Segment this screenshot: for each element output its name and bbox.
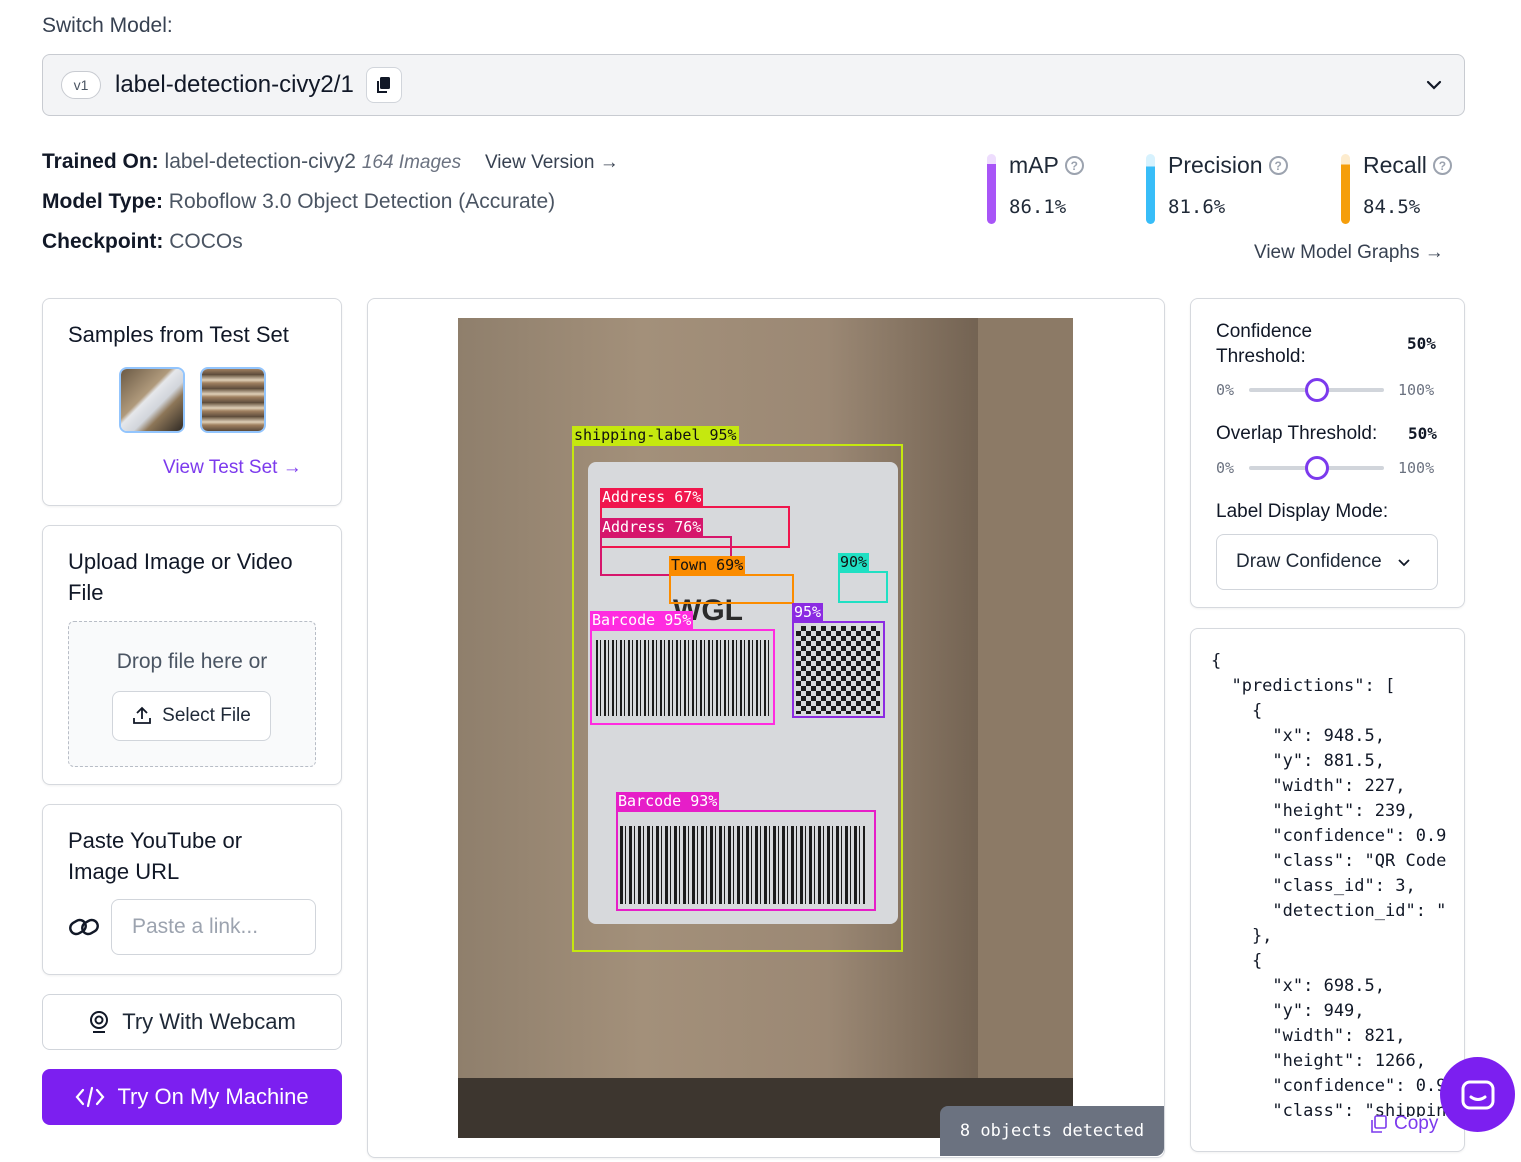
detection-box[interactable]	[616, 810, 876, 911]
map-bar	[987, 154, 996, 224]
select-file-button[interactable]: Select File	[112, 691, 271, 741]
range-min: 0%	[1216, 381, 1235, 399]
detection-label: Address 76%	[600, 518, 704, 537]
chevron-down-icon	[1398, 559, 1410, 567]
metric-name: Recall	[1363, 152, 1427, 178]
copy-label: Copy	[1394, 1113, 1439, 1134]
webcam-icon	[90, 1011, 109, 1033]
code-icon	[75, 1086, 105, 1108]
metric-name: Precision	[1168, 152, 1263, 178]
range-max: 100%	[1398, 459, 1435, 477]
range-min: 0%	[1216, 459, 1235, 477]
model-name: label-detection-civy2/1	[115, 71, 354, 98]
copy-icon	[1371, 1115, 1387, 1133]
help-icon[interactable]: ?	[1268, 156, 1288, 175]
image-count: 164 Images	[361, 152, 462, 173]
label-display-mode-select[interactable]: Draw Confidence	[1216, 534, 1438, 590]
help-icon[interactable]: ?	[1432, 156, 1452, 175]
recall-bar	[1341, 154, 1350, 224]
view-model-graphs-link[interactable]: View Model Graphs →	[1254, 242, 1444, 264]
metric-value: 81.6%	[1168, 196, 1226, 218]
chat-widget-button[interactable]	[1440, 1057, 1515, 1132]
checkpoint-line: Checkpoint: COCOs	[42, 230, 243, 254]
inference-image: WGL shipping-label 95% Address 67% Addre…	[458, 318, 1073, 1138]
model-selector[interactable]: v1 label-detection-civy2/1	[42, 54, 1465, 116]
webcam-label: Try With Webcam	[122, 1009, 296, 1034]
detection-label: 90%	[838, 553, 870, 572]
upload-icon	[133, 706, 152, 724]
try-on-machine-button[interactable]: Try On My Machine	[42, 1069, 342, 1125]
switch-model-label: Switch Model:	[42, 14, 173, 37]
detection-label: Address 67%	[600, 488, 704, 507]
confidence-label: Confidence Threshold:	[1216, 321, 1313, 367]
confidence-value: 50%	[1407, 334, 1436, 353]
version-pill: v1	[61, 71, 101, 99]
range-max: 100%	[1398, 381, 1435, 399]
trained-on-line: Trained On: label-detection-civy2 164 Im…	[42, 150, 619, 174]
precision-bar	[1146, 154, 1155, 224]
metric-name: mAP	[1009, 152, 1059, 178]
machine-label: Try On My Machine	[117, 1084, 309, 1109]
url-card: Paste YouTube or Image URL Paste a link.…	[42, 804, 342, 975]
select-file-label: Select File	[162, 705, 251, 726]
copy-model-button[interactable]	[365, 67, 402, 103]
metric-value: 86.1%	[1009, 196, 1067, 218]
confidence-slider-knob[interactable]	[1304, 378, 1329, 402]
checkpoint-value: COCOs	[169, 230, 243, 253]
controls-card: Confidence Threshold: 50% 0% 100% Overla…	[1190, 298, 1465, 608]
display-mode-value: Draw Confidence	[1236, 551, 1382, 572]
display-mode-label: Label Display Mode:	[1216, 501, 1389, 522]
checkpoint-label: Checkpoint:	[42, 230, 164, 253]
overlap-slider-knob[interactable]	[1304, 456, 1329, 480]
detection-box[interactable]	[838, 571, 888, 603]
try-webcam-button[interactable]: Try With Webcam	[42, 994, 342, 1050]
copy-json-button[interactable]: Copy	[1370, 1113, 1438, 1135]
preview-card: WGL shipping-label 95% Address 67% Addre…	[367, 298, 1165, 1158]
upload-title: Upload Image or Video File	[68, 549, 293, 605]
model-type-value: Roboflow 3.0 Object Detection (Accurate)	[168, 190, 556, 213]
detection-label: Town 69%	[669, 556, 746, 575]
detection-box[interactable]	[590, 629, 775, 725]
detection-box[interactable]	[669, 574, 794, 604]
detection-label: Barcode 93%	[616, 792, 720, 811]
view-version-link[interactable]: View Version →	[485, 152, 619, 173]
dataset-name: label-detection-civy2	[164, 150, 356, 173]
drop-text: Drop file here or	[116, 650, 268, 673]
json-output: { "predictions": [ { "x": 948.5, "y": 88…	[1211, 651, 1447, 1117]
model-type-line: Model Type: Roboflow 3.0 Object Detectio…	[42, 190, 555, 214]
model-type-label: Model Type:	[42, 190, 163, 213]
detection-label: shipping-label 95%	[572, 426, 739, 445]
upload-card: Upload Image or Video File Drop file her…	[42, 525, 342, 785]
metric-value: 84.5%	[1363, 196, 1421, 218]
link-icon	[69, 918, 99, 936]
detection-label: 95%	[792, 603, 824, 622]
copy-icon	[376, 77, 390, 93]
sample-thumbnail[interactable]	[119, 367, 185, 433]
box-edge	[978, 318, 1073, 1078]
objects-detected-badge: 8 objects detected	[940, 1106, 1164, 1156]
chat-icon	[1461, 1080, 1494, 1109]
trained-on-label: Trained On:	[42, 150, 159, 173]
url-title: Paste YouTube or Image URL	[68, 828, 243, 884]
json-output-card: { "predictions": [ { "x": 948.5, "y": 88…	[1190, 628, 1465, 1152]
file-dropzone[interactable]: Drop file here or Select File	[68, 621, 316, 767]
overlap-label: Overlap Threshold:	[1216, 423, 1378, 444]
view-test-set-link[interactable]: View Test Set →	[163, 457, 302, 479]
sample-thumbnail[interactable]	[200, 367, 266, 433]
samples-card: Samples from Test Set View Test Set →	[42, 298, 342, 506]
detection-label: Barcode 95%	[590, 611, 694, 630]
detection-box[interactable]	[792, 621, 885, 718]
chevron-down-icon[interactable]	[1424, 75, 1444, 95]
help-icon[interactable]: ?	[1064, 156, 1084, 175]
samples-title: Samples from Test Set	[68, 322, 289, 347]
url-input[interactable]: Paste a link...	[111, 899, 316, 955]
overlap-value: 50%	[1408, 424, 1437, 443]
